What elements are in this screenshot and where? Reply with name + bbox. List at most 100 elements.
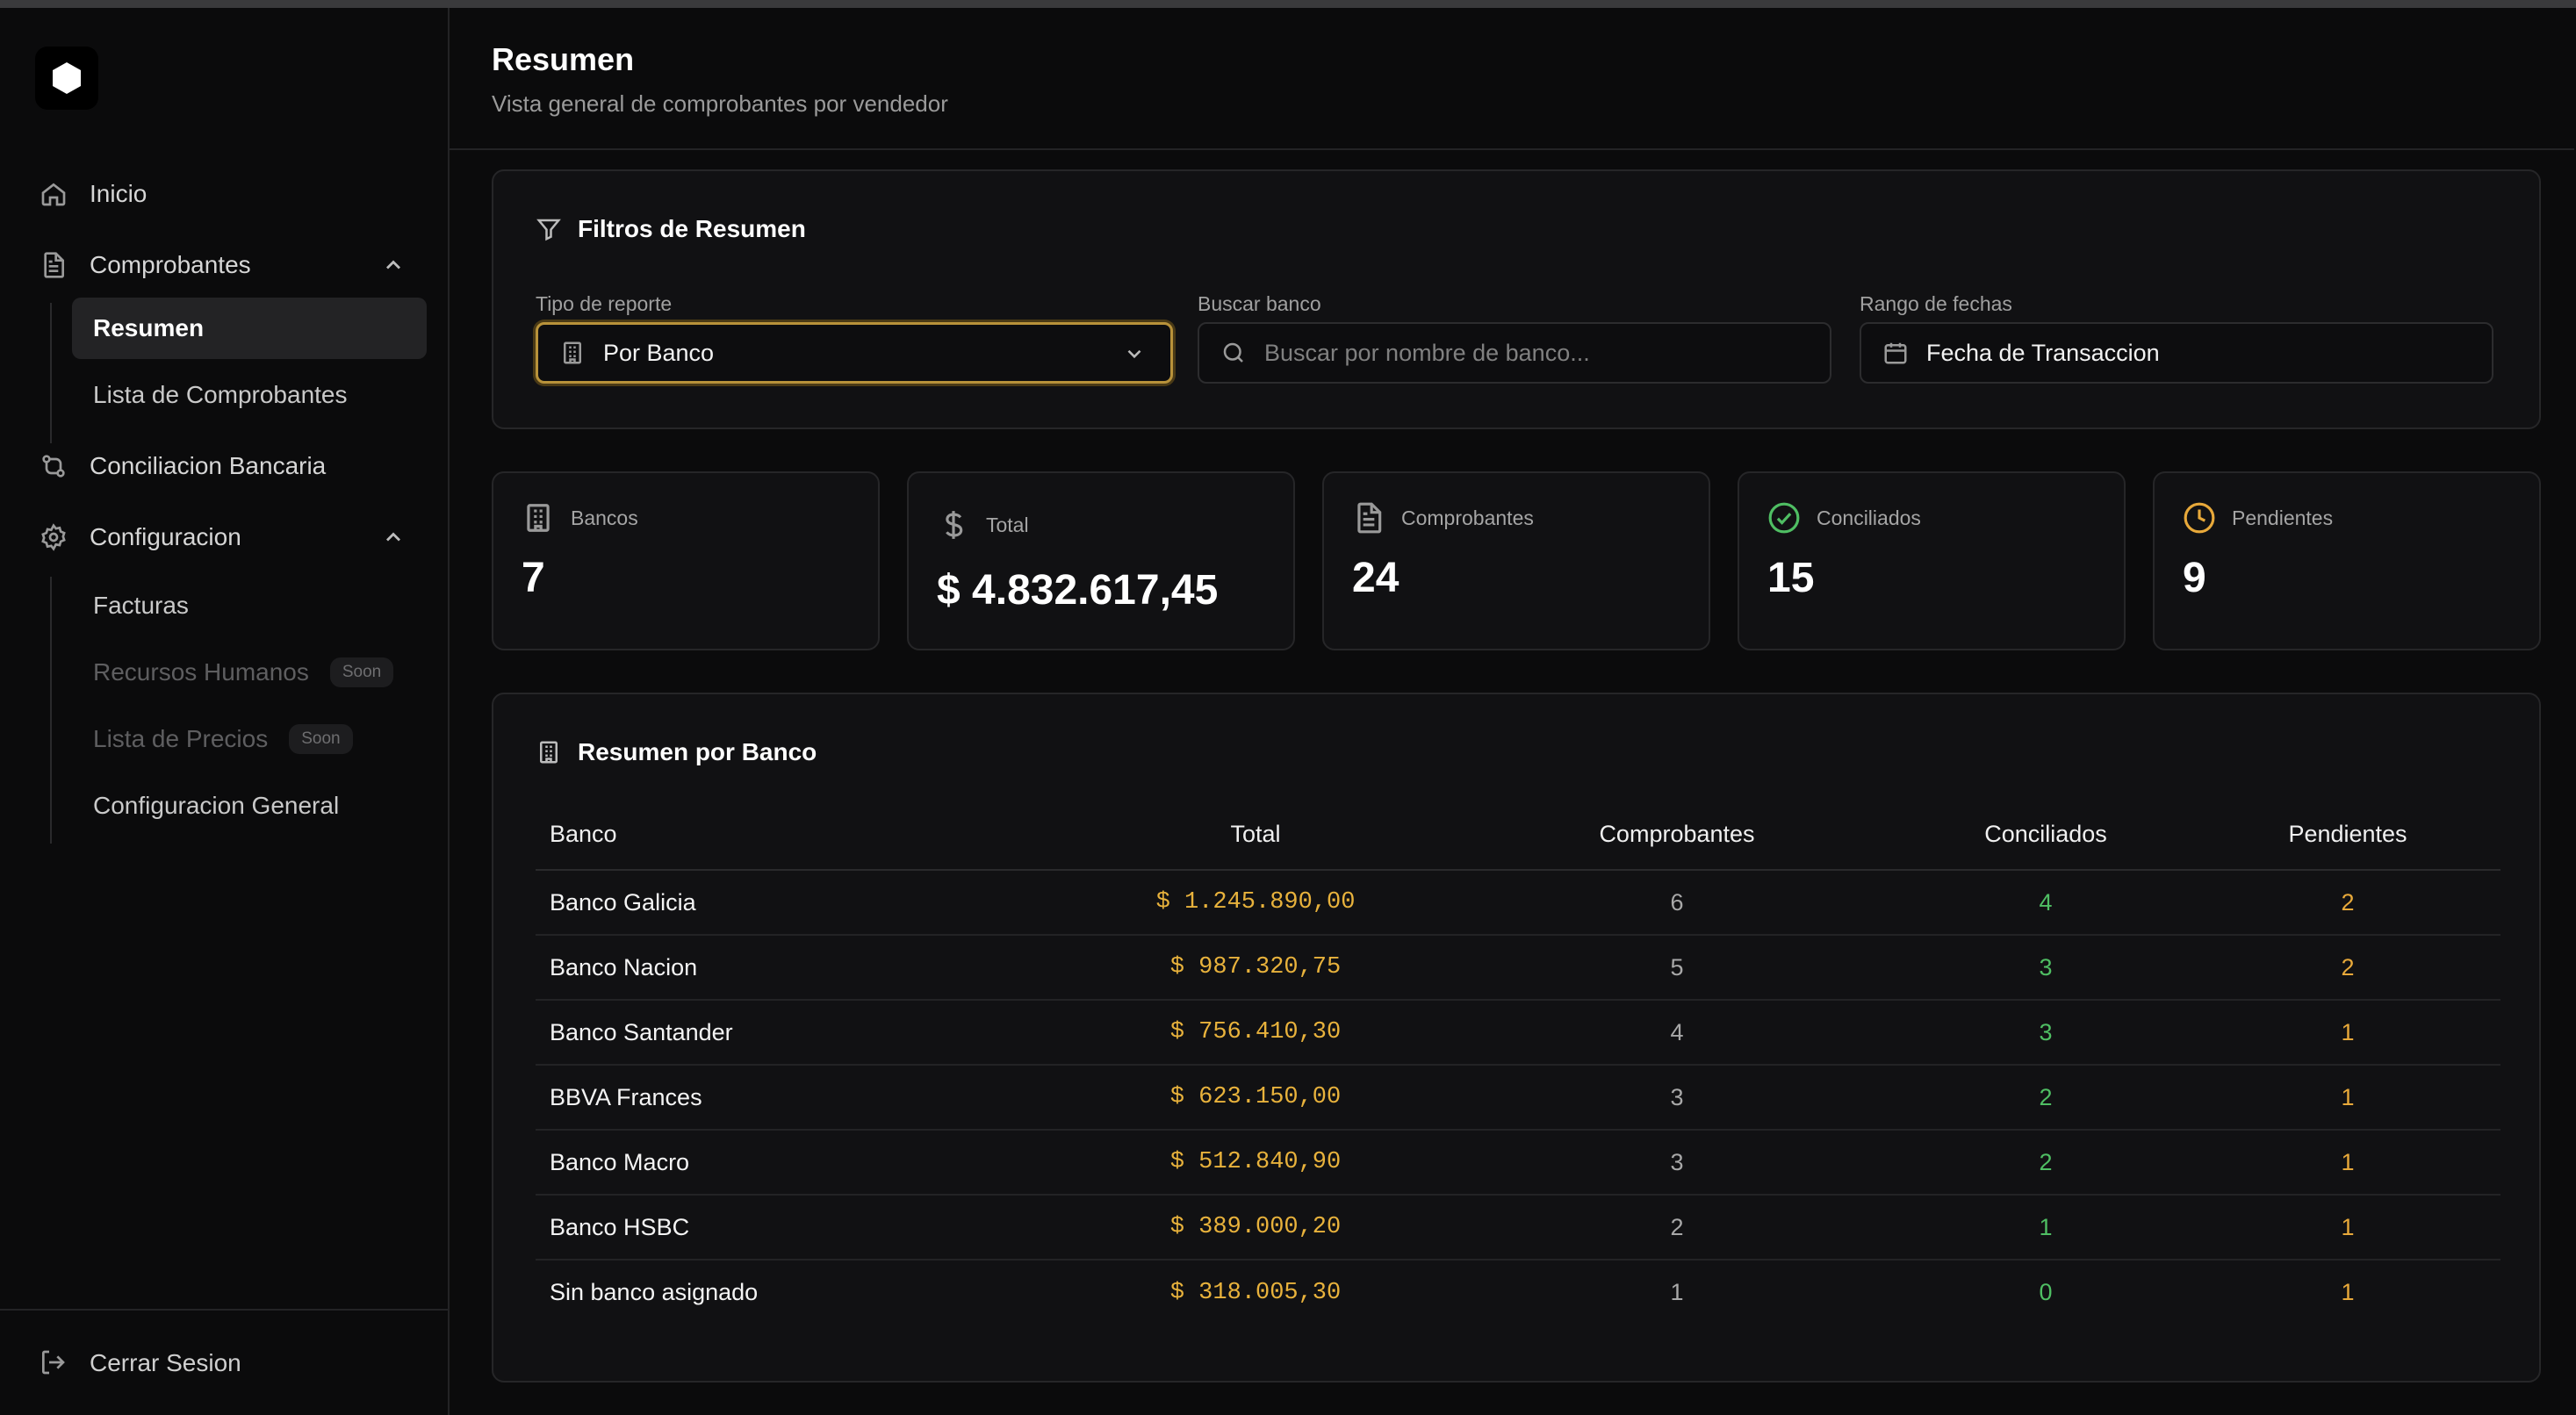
cell-total: $ 756.410,30 <box>1054 1000 1457 1066</box>
cell-bank: Banco Macro <box>536 1130 1054 1196</box>
bank-search-label: Buscar banco <box>1198 292 1321 315</box>
filters-title: Filtros de Resumen <box>536 215 806 243</box>
stat-value: 15 <box>1767 555 1815 601</box>
report-type-select[interactable]: Por Banco <box>536 322 1173 384</box>
building-icon <box>559 340 586 366</box>
cell-comprobantes: 4 <box>1457 1000 1896 1066</box>
cell-comprobantes: 3 <box>1457 1065 1896 1131</box>
logout-icon <box>39 1348 68 1378</box>
sidebar-item-configuracion[interactable]: Configuracion <box>39 511 241 564</box>
sidebar-item-label: Inicio <box>90 180 148 207</box>
cell-conciliados: 3 <box>1896 1000 2195 1066</box>
cell-pendientes: 1 <box>2341 1279 2355 1305</box>
soon-badge: Soon <box>289 724 353 754</box>
window-top-border <box>0 0 2576 8</box>
chevron-up-icon[interactable] <box>381 525 406 549</box>
search-icon <box>1220 340 1247 366</box>
soon-badge: Soon <box>329 657 394 687</box>
column-header-conciliados[interactable]: Conciliados <box>1896 800 2195 871</box>
document-icon <box>1352 501 1385 535</box>
logout-button[interactable]: Cerrar Sesion <box>39 1337 241 1390</box>
cell-total: $ 512.840,90 <box>1054 1130 1457 1196</box>
cell-conciliados: 0 <box>2039 1279 2053 1305</box>
cell-pendientes: 2 <box>2195 870 2500 936</box>
dollar-icon <box>937 508 970 542</box>
main-content: Resumen Vista general de comprobantes po… <box>450 8 2576 1415</box>
date-range-value: Fecha de Transaccion <box>1926 339 2160 366</box>
sidebar-subitem-label: Recursos Humanos <box>93 658 309 686</box>
sidebar-subitem-label: Facturas <box>93 592 189 619</box>
table-header-row: Banco Total Comprobantes Conciliados Pen… <box>536 800 2500 871</box>
submenu-guide-line <box>50 303 52 443</box>
sidebar: Inicio Comprobantes Resumen Lista de Com… <box>0 8 450 1415</box>
cell-total: $ 318.005,30 <box>1169 1279 1342 1306</box>
column-header-comprobantes[interactable]: Comprobantes <box>1457 800 1896 871</box>
cell-comprobantes: 5 <box>1457 935 1896 1001</box>
sidebar-subitem-label: Configuracion General <box>93 792 340 819</box>
stat-card-comprobantes: Comprobantes 24 <box>1322 471 1710 650</box>
report-type-value: Por Banco <box>603 339 715 366</box>
cell-bank: Sin banco asignado <box>550 1279 759 1305</box>
table-row[interactable]: Banco Nacion $ 987.320,75 5 3 2 <box>536 935 2500 1001</box>
cell-total: $ 987.320,75 <box>1054 935 1457 1001</box>
bank-summary-title: Resumen por Banco <box>536 738 817 766</box>
sidebar-item-conciliacion[interactable]: Conciliacion Bancaria <box>39 440 326 492</box>
document-icon <box>39 250 68 280</box>
bank-search-field[interactable] <box>1198 322 1831 384</box>
sidebar-subitem-label: Lista de Comprobantes <box>93 381 348 408</box>
date-range-picker[interactable]: Fecha de Transaccion <box>1860 322 2493 384</box>
cell-conciliados: 1 <box>1896 1195 2195 1261</box>
sidebar-item-comprobantes[interactable]: Comprobantes <box>39 239 251 291</box>
hexagon-logo-icon[interactable] <box>35 47 98 110</box>
bank-search-input[interactable] <box>1264 339 1791 367</box>
sidebar-item-inicio[interactable]: Inicio <box>39 168 147 220</box>
bank-summary-table: Banco Total Comprobantes Conciliados Pen… <box>536 800 2500 1325</box>
sidebar-item-label: Configuracion <box>90 523 241 550</box>
submenu-guide-line <box>50 577 52 844</box>
stat-value: 24 <box>1352 555 1400 601</box>
table-row[interactable]: Sin banco asignado $ 318.005,30 1 0 1 <box>536 1260 2500 1325</box>
app-shell: Inicio Comprobantes Resumen Lista de Com… <box>0 8 2576 1415</box>
cell-pendientes: 1 <box>2195 1195 2500 1261</box>
stat-label: Comprobantes <box>1401 506 1534 529</box>
table-row[interactable]: BBVA Frances $ 623.150,00 3 2 1 <box>536 1065 2500 1131</box>
sidebar-divider <box>0 1309 448 1311</box>
sidebar-subitem-resumen[interactable]: Resumen <box>72 298 427 359</box>
column-header-banco[interactable]: Banco <box>536 800 1054 871</box>
cell-bank: Banco Galicia <box>536 870 1054 936</box>
table-row[interactable]: Banco Galicia $ 1.245.890,00 6 4 2 <box>536 870 2500 936</box>
stat-value: $ 4.832.617,45 <box>937 567 1219 614</box>
column-header-pendientes[interactable]: Pendientes <box>2195 800 2500 871</box>
stat-card-bancos: Bancos 7 <box>492 471 880 650</box>
cell-comprobantes: 1 <box>1670 1279 1684 1305</box>
sidebar-subitem-configuracion-general[interactable]: Configuracion General <box>72 775 427 837</box>
bank-summary-title-text: Resumen por Banco <box>578 738 817 765</box>
stat-value: 7 <box>522 555 545 601</box>
cell-pendientes: 1 <box>2195 1130 2500 1196</box>
chevron-up-icon[interactable] <box>381 253 406 277</box>
cell-bank: BBVA Frances <box>536 1065 1054 1131</box>
filters-card: Filtros de Resumen Tipo de reporte Por B… <box>492 169 2541 429</box>
logout-label: Cerrar Sesion <box>90 1349 241 1376</box>
stat-label: Total <box>986 514 1029 536</box>
column-header-total[interactable]: Total <box>1054 800 1457 871</box>
cell-total: $ 389.000,20 <box>1054 1195 1457 1261</box>
page-header: Resumen Vista general de comprobantes po… <box>450 8 2574 150</box>
building-icon <box>540 741 558 764</box>
cell-conciliados: 2 <box>1896 1130 2195 1196</box>
report-type-label: Tipo de reporte <box>536 292 673 315</box>
table-row[interactable]: Banco HSBC $ 389.000,20 2 1 1 <box>536 1195 2500 1261</box>
cell-comprobantes: 6 <box>1457 870 1896 936</box>
date-range-label: Rango de fechas <box>1860 292 2012 315</box>
table-row[interactable]: Banco Santander $ 756.410,30 4 3 1 <box>536 1000 2500 1066</box>
cell-pendientes: 1 <box>2195 1000 2500 1066</box>
building-icon <box>522 501 555 535</box>
cell-total: $ 1.245.890,00 <box>1054 870 1457 936</box>
cell-bank: Banco Nacion <box>536 935 1054 1001</box>
filter-icon <box>536 219 561 241</box>
cell-conciliados: 4 <box>1896 870 2195 936</box>
sidebar-subitem-facturas[interactable]: Facturas <box>72 575 427 636</box>
cell-pendientes: 1 <box>2195 1065 2500 1131</box>
table-row[interactable]: Banco Macro $ 512.840,90 3 2 1 <box>536 1130 2500 1196</box>
sidebar-subitem-lista-comprobantes[interactable]: Lista de Comprobantes <box>72 364 427 426</box>
